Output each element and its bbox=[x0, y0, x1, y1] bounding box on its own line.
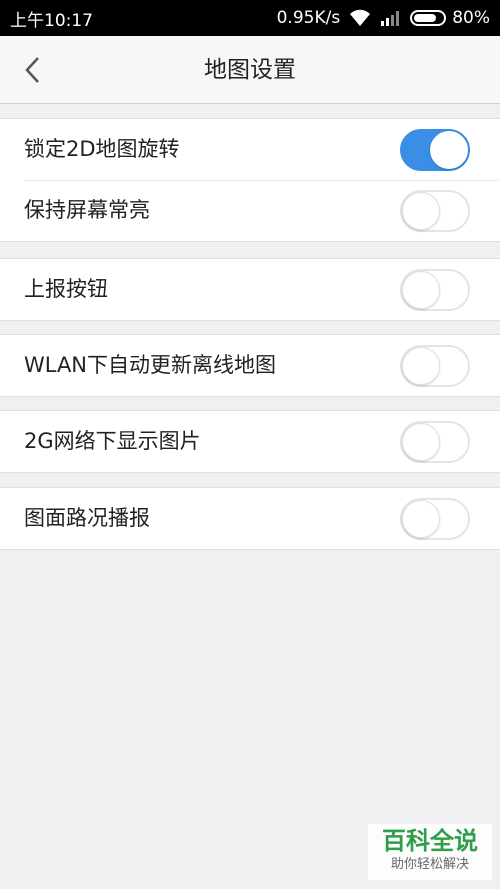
lock-2d-rotation-toggle[interactable] bbox=[400, 129, 470, 171]
setting-row-report-button: 上报按钮 bbox=[0, 259, 500, 320]
battery-indicator: 80% bbox=[410, 8, 490, 28]
setting-label: 锁定2D地图旋转 bbox=[24, 137, 180, 161]
setting-label: 2G网络下显示图片 bbox=[24, 429, 201, 453]
setting-row-show-images-2g: 2G网络下显示图片 bbox=[0, 411, 500, 472]
setting-row-wlan-auto-update: WLAN下自动更新离线地图 bbox=[0, 335, 500, 396]
battery-fill bbox=[414, 14, 436, 22]
settings-group-report: 上报按钮 bbox=[0, 258, 500, 321]
setting-row-keep-screen-on: 保持屏幕常亮 bbox=[0, 180, 500, 241]
watermark-subtitle: 助你轻松解决 bbox=[390, 857, 469, 872]
status-bar: 上午10:17 0.95K/s 80% bbox=[0, 0, 500, 36]
battery-icon bbox=[410, 10, 447, 26]
settings-group-display: 锁定2D地图旋转 保持屏幕常亮 bbox=[0, 118, 500, 242]
wlan-auto-update-toggle[interactable] bbox=[400, 345, 470, 387]
nav-bar: 地图设置 bbox=[0, 36, 500, 104]
traffic-broadcast-toggle[interactable] bbox=[400, 498, 470, 540]
setting-row-lock-2d-rotation: 锁定2D地图旋转 bbox=[0, 119, 500, 180]
settings-group-traffic: 图面路况播报 bbox=[0, 487, 500, 550]
settings-group-2g: 2G网络下显示图片 bbox=[0, 410, 500, 473]
keep-screen-on-toggle[interactable] bbox=[400, 190, 470, 232]
toggle-knob bbox=[402, 347, 440, 385]
setting-label: 保持屏幕常亮 bbox=[24, 198, 150, 222]
setting-label: WLAN下自动更新离线地图 bbox=[24, 353, 277, 377]
setting-label: 上报按钮 bbox=[24, 277, 108, 301]
watermark-title: 百科全说 bbox=[382, 827, 478, 855]
page-title: 地图设置 bbox=[204, 57, 296, 83]
battery-percent: 80% bbox=[452, 8, 490, 28]
status-indicators: 0.95K/s 80% bbox=[277, 8, 490, 28]
toggle-knob bbox=[402, 423, 440, 461]
show-images-2g-toggle[interactable] bbox=[400, 421, 470, 463]
settings-group-wlan: WLAN下自动更新离线地图 bbox=[0, 334, 500, 397]
report-button-toggle[interactable] bbox=[400, 269, 470, 311]
signal-icon bbox=[380, 10, 402, 26]
network-speed: 0.95K/s bbox=[276, 8, 341, 28]
toggle-knob bbox=[402, 500, 440, 538]
toggle-knob bbox=[402, 192, 440, 230]
setting-label: 图面路况播报 bbox=[24, 506, 150, 530]
toggle-knob bbox=[430, 131, 468, 169]
wifi-icon bbox=[348, 9, 372, 27]
toggle-knob bbox=[402, 271, 440, 309]
setting-row-traffic-broadcast: 图面路况播报 bbox=[0, 488, 500, 549]
status-time: 上午10:17 bbox=[10, 10, 93, 31]
watermark: 百科全说 助你轻松解决 bbox=[368, 824, 492, 880]
